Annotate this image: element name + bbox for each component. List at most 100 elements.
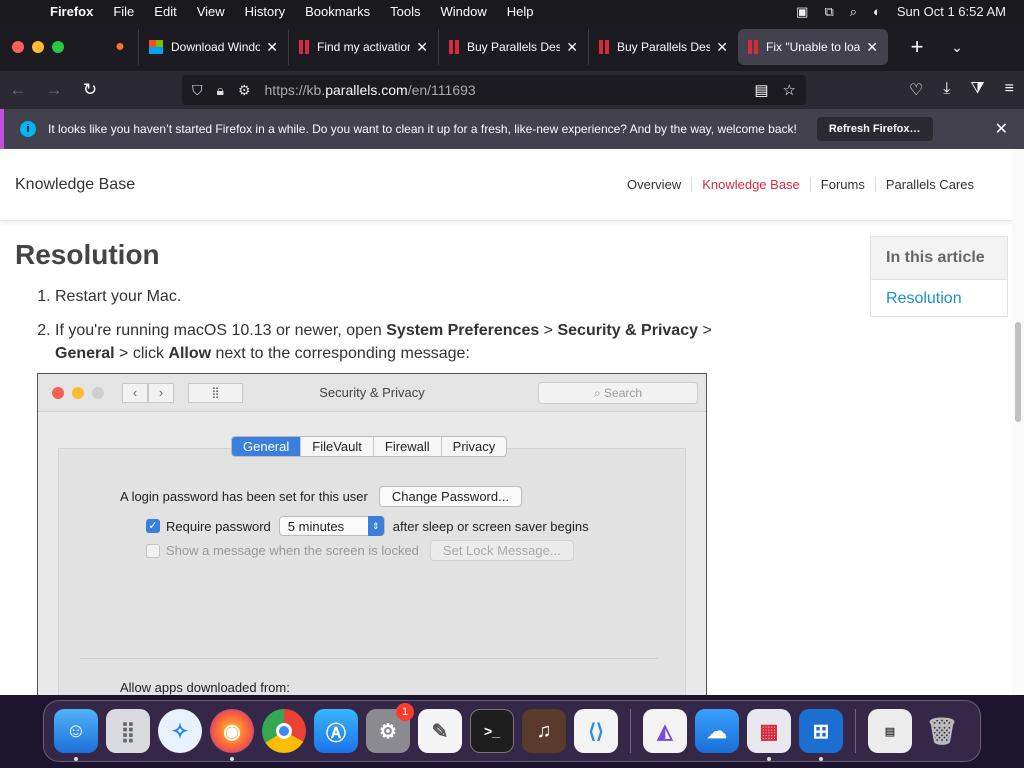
- screen-mirroring-icon[interactable]: ▣: [796, 4, 808, 20]
- launchpad-icon[interactable]: ⣿: [106, 709, 150, 753]
- garageband-icon[interactable]: ♫: [522, 709, 566, 753]
- nav-forums[interactable]: Forums: [809, 177, 875, 192]
- new-tab-icon[interactable]: +: [902, 34, 932, 60]
- tab-buy-parallels-1[interactable]: Buy Parallels Desktop ✕: [438, 29, 588, 65]
- allow-apps-label: Allow apps downloaded from:: [120, 680, 290, 695]
- running-indicator: [230, 757, 234, 761]
- bookmark-star-icon[interactable]: ☆: [783, 81, 796, 99]
- close-tab-icon[interactable]: ✕: [416, 39, 428, 56]
- terminal-icon[interactable]: >_: [470, 709, 514, 753]
- chrome-icon[interactable]: [262, 709, 306, 753]
- app-menu-icon[interactable]: ≡: [1005, 80, 1014, 100]
- finder-icon[interactable]: ☺: [54, 709, 98, 761]
- clock[interactable]: Sun Oct 1 6:52 AM: [897, 4, 1006, 19]
- firefox-view-icon[interactable]: ●: [102, 38, 138, 56]
- step-restart: Restart your Mac.: [55, 285, 715, 308]
- kb-header: Knowledge Base Overview Knowledge Base F…: [0, 149, 1012, 221]
- step-text: next to the corresponding message:: [211, 345, 470, 362]
- nav-knowledge-base[interactable]: Knowledge Base: [691, 177, 810, 192]
- control-center-icon[interactable]: ◐: [873, 4, 881, 19]
- list-all-tabs-icon[interactable]: ⌄: [942, 39, 972, 56]
- kb-brand-link[interactable]: Knowledge Base: [15, 176, 135, 194]
- close-window-button[interactable]: [12, 41, 24, 53]
- downloads-icon[interactable]: ⤓: [943, 80, 950, 100]
- app-store-icon[interactable]: Ⓐ: [314, 709, 358, 753]
- tab-find-activation[interactable]: Find my activation ✕: [288, 29, 438, 65]
- menu-help[interactable]: Help: [497, 4, 544, 19]
- reload-icon[interactable]: ↻: [72, 80, 108, 100]
- dock-separator: [630, 709, 631, 753]
- spotlight-search-icon[interactable]: ⌕: [850, 4, 857, 20]
- nav-overview[interactable]: Overview: [617, 177, 691, 192]
- windows-vm-icon[interactable]: ⊞: [799, 709, 843, 761]
- set-lock-message-button: Set Lock Message...: [429, 540, 574, 561]
- reader-view-icon[interactable]: ▤: [754, 81, 768, 99]
- tab-label: Buy Parallels Desktop: [617, 40, 711, 54]
- menu-firefox[interactable]: Firefox: [40, 4, 103, 19]
- step-text: >: [539, 322, 558, 339]
- pocket-icon[interactable]: ♡: [909, 80, 923, 100]
- permissions-icon[interactable]: ⚙: [238, 82, 251, 99]
- textedit-icon[interactable]: ✎: [418, 709, 462, 753]
- url-path: /en/111693: [407, 82, 476, 98]
- parallels-icon: [748, 40, 752, 54]
- close-tab-icon[interactable]: ✕: [266, 39, 278, 56]
- require-password-label: Require password: [166, 518, 271, 534]
- resolution-heading: Resolution: [15, 239, 160, 270]
- close-tab-icon[interactable]: ✕: [716, 39, 728, 56]
- tab-label: Fix "Unable to load: [766, 40, 861, 54]
- tracking-protection-icon[interactable]: ⛉: [192, 82, 203, 99]
- parallels-desktop-icon[interactable]: ▦: [747, 709, 791, 761]
- menu-view[interactable]: View: [187, 4, 235, 19]
- windows-icon[interactable]: ⧉: [824, 4, 833, 20]
- tab-buy-parallels-2[interactable]: Buy Parallels Desktop ✕: [588, 29, 738, 65]
- menu-edit[interactable]: Edit: [144, 4, 186, 19]
- close-tab-icon[interactable]: ✕: [866, 39, 878, 56]
- vscode-icon[interactable]: ⟨⟩: [574, 709, 618, 753]
- refresh-firefox-button[interactable]: Refresh Firefox…: [816, 117, 933, 141]
- zoom-window-button[interactable]: [52, 41, 64, 53]
- scrollbar-thumb[interactable]: [1015, 322, 1021, 422]
- menu-history[interactable]: History: [235, 4, 295, 19]
- menu-tools[interactable]: Tools: [380, 4, 430, 19]
- extensions-icon[interactable]: ⧩: [970, 80, 984, 100]
- tab-fix-unable-to-load[interactable]: Fix "Unable to load ✕: [738, 29, 888, 65]
- select-arrows-icon: ⇕: [367, 516, 384, 536]
- parallels-icon: [299, 40, 303, 54]
- weather-icon[interactable]: ☁: [695, 709, 739, 753]
- close-tab-icon[interactable]: ✕: [566, 39, 578, 56]
- page-scrollbar[interactable]: [1012, 149, 1024, 695]
- lock-icon[interactable]: 🔒︎: [217, 82, 224, 99]
- step-text: If you're running macOS 10.13 or newer, …: [55, 322, 387, 339]
- menu-bookmarks[interactable]: Bookmarks: [295, 4, 380, 19]
- notification-badge: 1: [396, 703, 414, 721]
- show-message-label: Show a message when the screen is locked: [166, 543, 419, 558]
- menu-file[interactable]: File: [103, 4, 144, 19]
- system-settings-icon[interactable]: ⚙ 1: [366, 703, 414, 753]
- minimize-window-button[interactable]: [32, 41, 44, 53]
- screenshot-nav: ‹ ›: [122, 382, 174, 403]
- tab-download-windows[interactable]: Download Windows ✕: [138, 29, 288, 65]
- close-notification-icon[interactable]: ✕: [995, 119, 1008, 139]
- forward-icon[interactable]: →: [36, 80, 72, 100]
- menu-window[interactable]: Window: [431, 4, 497, 19]
- delay-select: 5 minutes ⇕: [278, 516, 385, 536]
- lock-message-row: Show a message when the screen is locked…: [146, 540, 574, 561]
- refresh-firefox-notification: i It looks like you haven’t started Fire…: [0, 109, 1024, 149]
- security-privacy-screenshot: ‹ › ⣿ Security & Privacy ⌕ Search Genera…: [37, 373, 707, 695]
- web-page: Knowledge Base Overview Knowledge Base F…: [0, 149, 1012, 695]
- trash-icon[interactable]: 🗑︎: [920, 709, 964, 753]
- toc-link-resolution[interactable]: Resolution: [871, 279, 1007, 316]
- running-indicator: [74, 757, 78, 761]
- firefox-icon[interactable]: ◉: [210, 709, 254, 761]
- step-text: > click: [114, 345, 169, 362]
- url-bar[interactable]: ⛉ 🔒︎ ⚙ https://kb.parallels.com/en/11169…: [182, 75, 806, 105]
- screenshot-window-controls: [52, 386, 104, 399]
- back-icon[interactable]: ←: [0, 80, 36, 100]
- url-text[interactable]: https://kb.parallels.com/en/111693: [265, 82, 476, 98]
- safari-icon[interactable]: ✧: [158, 709, 202, 753]
- parallels-icon: [449, 40, 453, 54]
- visual-studio-icon[interactable]: ◭: [643, 709, 687, 753]
- downloads-stack-icon[interactable]: ▤: [868, 709, 912, 753]
- nav-parallels-cares[interactable]: Parallels Cares: [874, 177, 984, 192]
